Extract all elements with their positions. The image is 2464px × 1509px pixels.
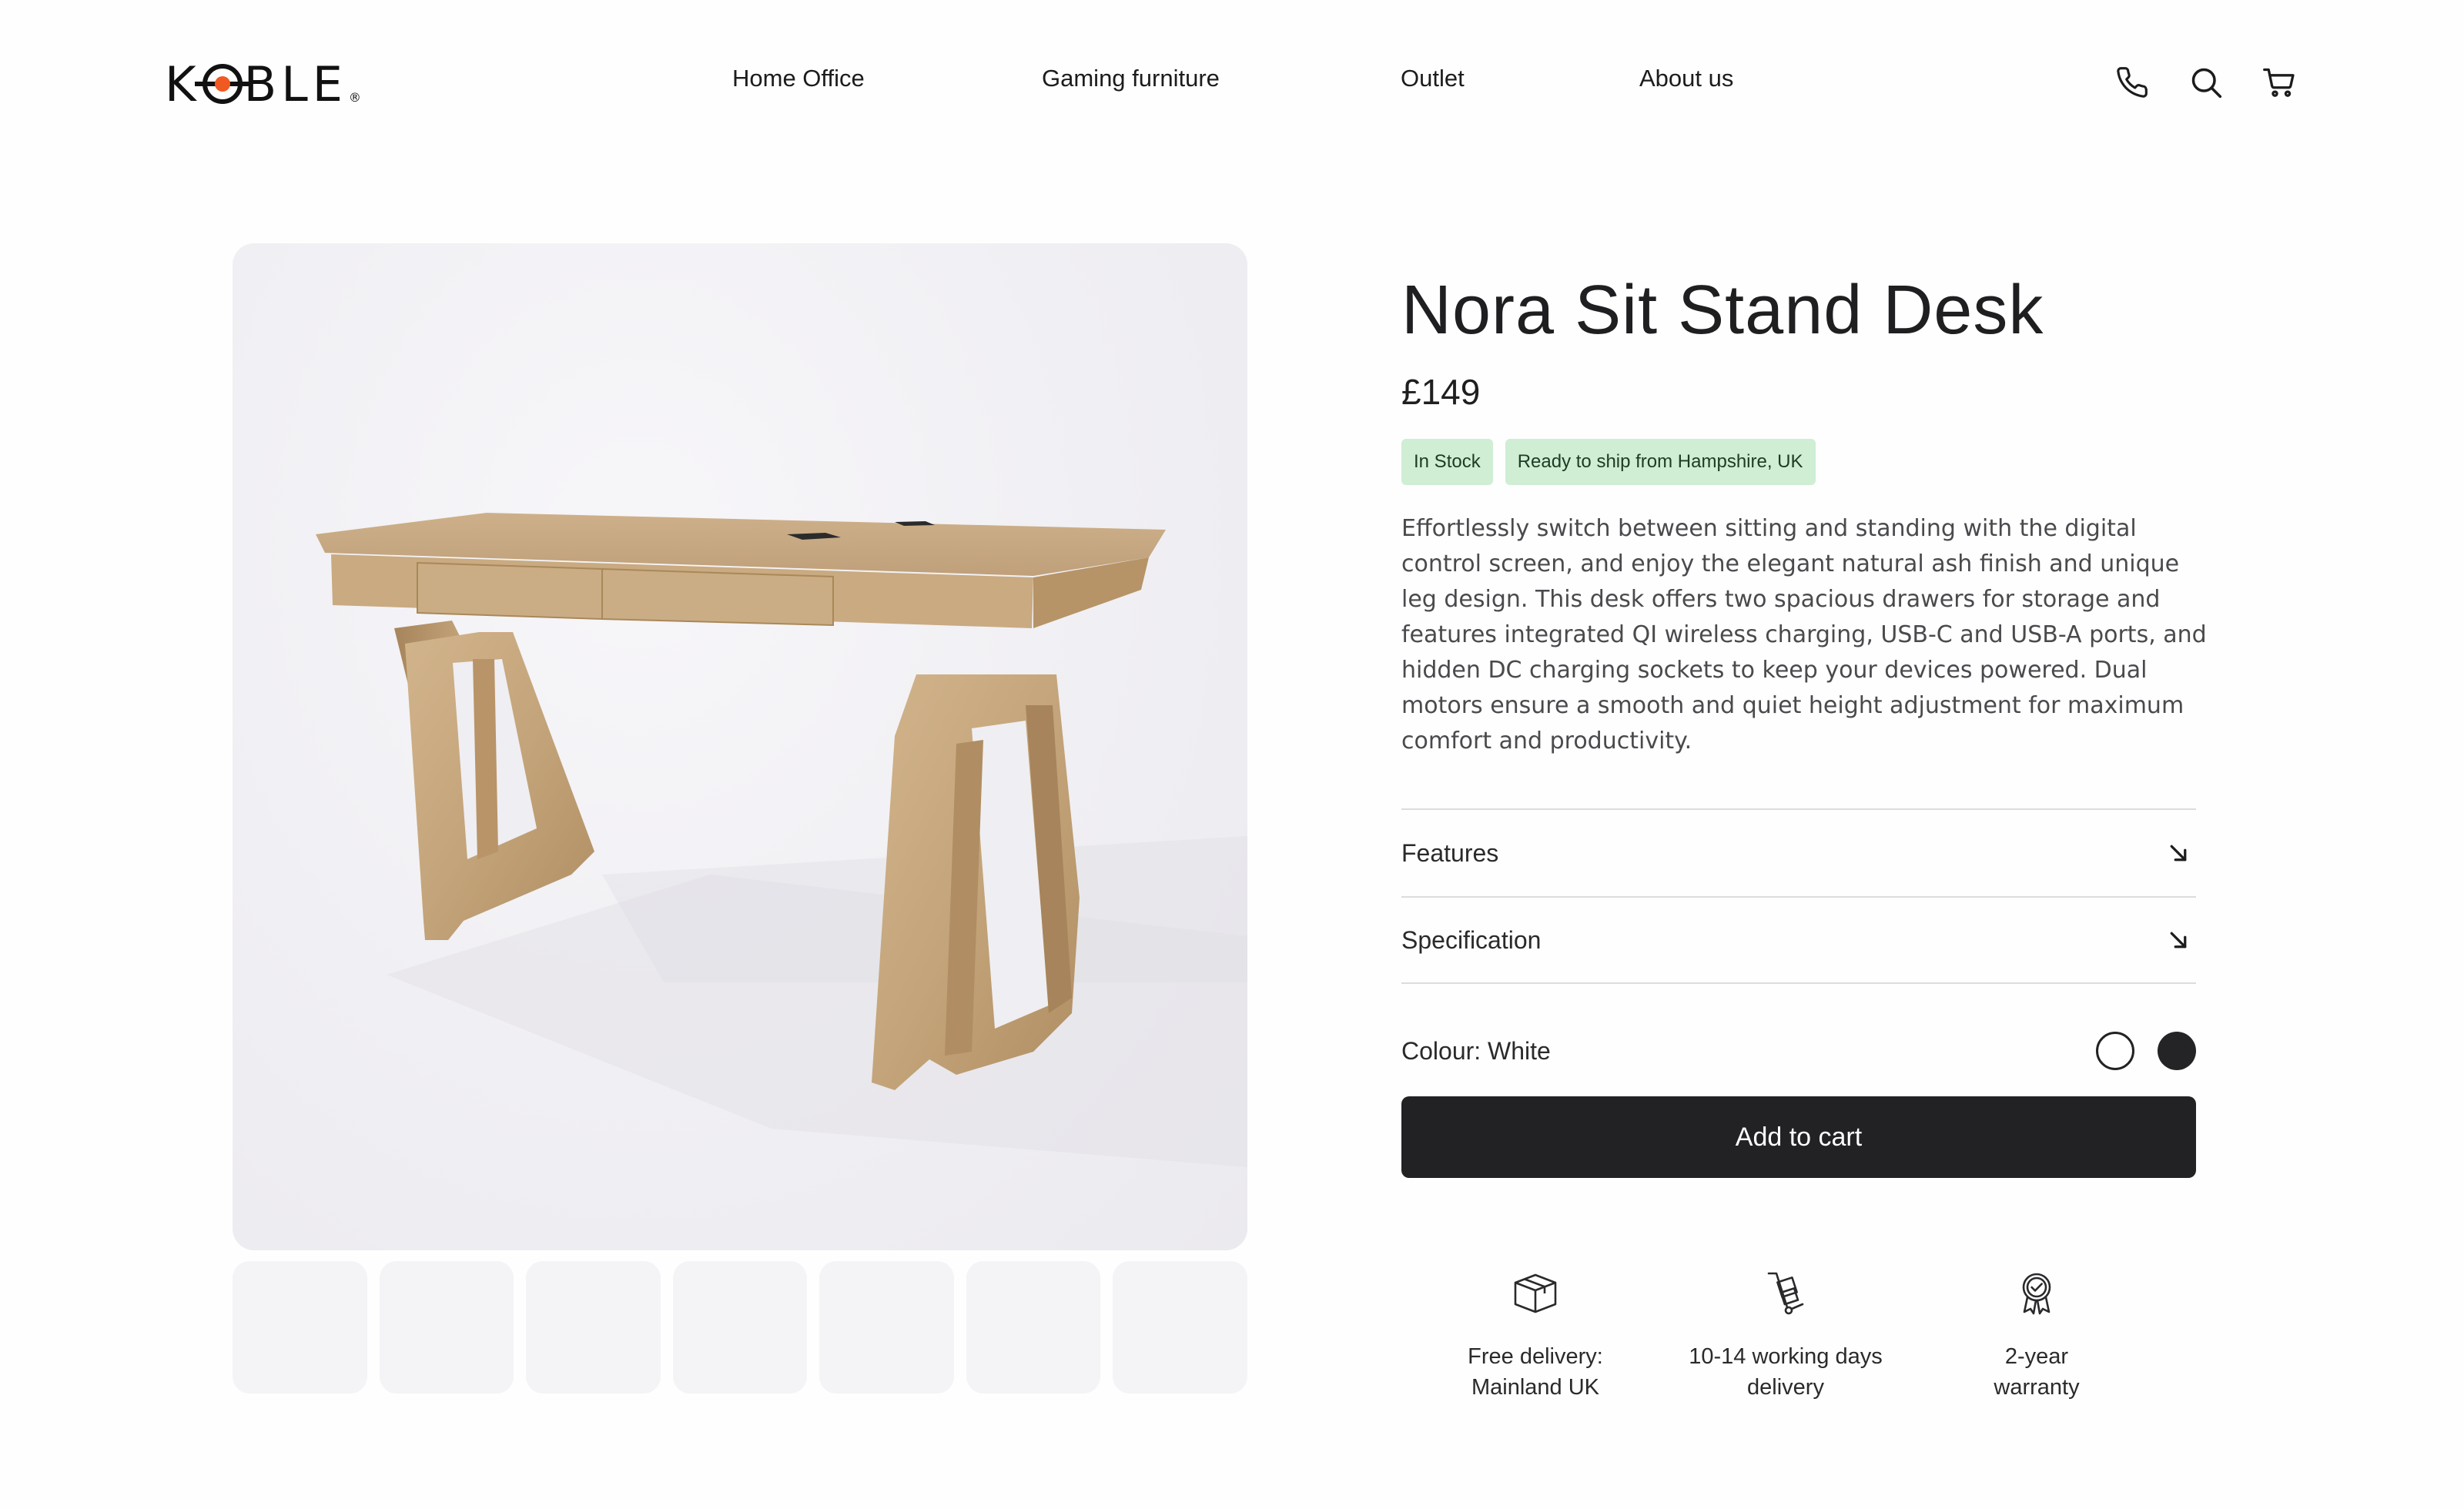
phone-icon[interactable] — [2113, 63, 2151, 102]
logo-mark-icon — [194, 64, 250, 104]
nav-item-about-us[interactable]: About us — [1639, 65, 1733, 92]
desk-illustration — [316, 513, 1247, 1167]
arrow-down-right-icon — [2170, 845, 2187, 862]
accordion-label: Features — [1401, 838, 1499, 867]
colour-label: Colour: White — [1401, 1036, 1551, 1065]
thumbnail[interactable] — [233, 1261, 367, 1394]
swatch-white[interactable] — [2096, 1032, 2134, 1070]
shipping-badge: Ready to ship from Hampshire, UK — [1505, 439, 1816, 485]
badge-group: In Stock Ready to ship from Hampshire, U… — [1401, 439, 1816, 485]
thumbnail[interactable] — [819, 1261, 954, 1394]
perk-warranty: 2-year warranty — [1913, 1269, 2160, 1403]
perk-line-2: Mainland UK — [1471, 1375, 1600, 1400]
nav-item-home-office[interactable]: Home Office — [732, 65, 865, 92]
perk-line-1: 10-14 working days — [1689, 1344, 1883, 1369]
thumbnail[interactable] — [526, 1261, 661, 1394]
award-ribbon-icon — [2022, 1273, 2051, 1315]
site-header: K BLE ® Home Office Gaming furniture Out… — [0, 0, 2464, 166]
perk-delivery-time: 10-14 working days delivery — [1662, 1269, 1909, 1403]
thumbnail[interactable] — [966, 1261, 1101, 1394]
accordion-label: Specification — [1401, 925, 1542, 954]
box-icon — [1514, 1273, 1557, 1313]
nav-item-gaming-furniture[interactable]: Gaming furniture — [1042, 65, 1220, 92]
product-description: Effortlessly switch between sitting and … — [1401, 515, 2207, 754]
cart-icon[interactable] — [2260, 63, 2298, 102]
search-icon[interactable] — [2187, 63, 2225, 102]
product-main-image[interactable] — [233, 243, 1247, 1250]
arrow-down-right-icon — [2170, 932, 2187, 949]
thumbnail[interactable] — [379, 1261, 514, 1394]
accordion-features[interactable]: Features — [1401, 808, 2196, 896]
thumbnail[interactable] — [672, 1261, 808, 1394]
product-price: £149 — [1401, 372, 1481, 412]
koble-logo[interactable]: K BLE ® — [165, 55, 361, 112]
perk-line-2: warranty — [1994, 1375, 2080, 1400]
perk-line-1: 2-year — [2004, 1344, 2069, 1369]
perk-free-delivery: Free delivery: Mainland UK — [1412, 1269, 1659, 1403]
logo-text-right: BLE — [243, 55, 347, 112]
perk-line-1: Free delivery: — [1468, 1344, 1603, 1369]
colour-selector: Colour: White — [1401, 1029, 2196, 1073]
swatch-group — [2096, 1032, 2196, 1070]
perk-line-2: delivery — [1747, 1375, 1824, 1400]
product-title: Nora Sit Stand Desk — [1401, 272, 2044, 349]
thumbnail-strip — [233, 1261, 1248, 1394]
stock-badge: In Stock — [1401, 439, 1493, 485]
thumbnail[interactable] — [1113, 1261, 1248, 1394]
nav-item-outlet[interactable]: Outlet — [1401, 65, 1465, 92]
registered-mark: ® — [348, 90, 361, 105]
swatch-black[interactable] — [2158, 1032, 2196, 1070]
add-to-cart-button[interactable]: Add to cart — [1401, 1096, 2196, 1178]
accordion-specification[interactable]: Specification — [1401, 896, 2196, 984]
hand-truck-icon — [1767, 1272, 1804, 1315]
